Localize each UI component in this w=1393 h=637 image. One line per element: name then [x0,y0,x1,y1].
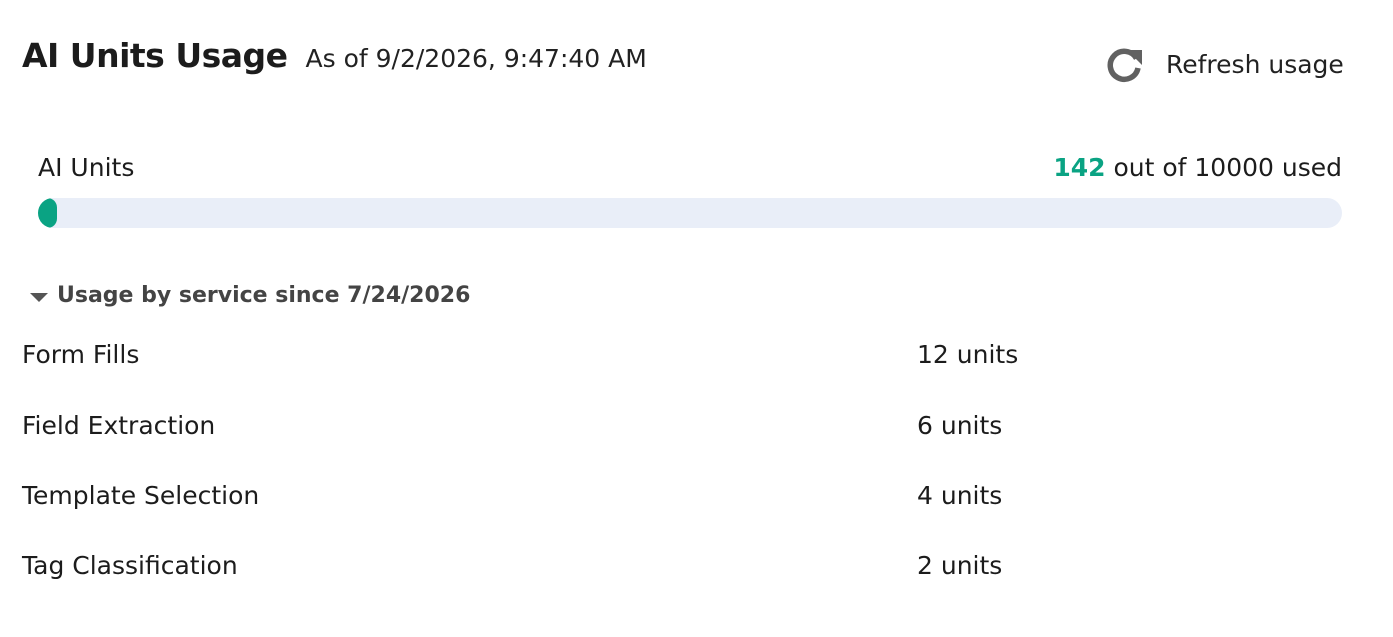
service-units: 12 units [917,340,1019,369]
refresh-usage-button[interactable]: Refresh usage [1105,44,1344,84]
service-units: 4 units [917,481,1003,510]
service-units: 6 units [917,411,1003,440]
header: AI Units Usage As of 9/2/2026, 9:47:40 A… [22,36,647,75]
usage-by-service-toggle[interactable]: Usage by service since 7/24/2026 [30,283,470,308]
ai-units-label: AI Units [38,153,135,182]
usage-progress-bar [38,198,1342,228]
service-row: Template Selection 4 units [22,481,1362,521]
caret-down-icon [30,292,48,302]
page-title: AI Units Usage [22,36,288,75]
usage-by-service-heading: Usage by service since 7/24/2026 [57,283,471,308]
ai-units-usage-panel: AI Units Usage As of 9/2/2026, 9:47:40 A… [0,0,1393,637]
service-units: 2 units [917,551,1003,580]
service-name: Form Fills [22,340,140,369]
refresh-icon [1107,48,1142,82]
units-used-count: 142 [1053,153,1106,182]
usage-summary: 142 out of 10000 used [1053,153,1342,182]
service-row: Form Fills 12 units [22,340,1362,380]
service-name: Template Selection [22,481,260,510]
service-row: Field Extraction 6 units [22,411,1362,451]
usage-progress-fill [38,198,57,228]
as-of-timestamp: As of 9/2/2026, 9:47:40 AM [305,44,647,73]
service-name: Tag Classification [22,551,238,580]
units-total-text: out of 10000 used [1105,153,1342,182]
service-name: Field Extraction [22,411,216,440]
refresh-usage-label: Refresh usage [1166,49,1344,79]
service-row: Tag Classification 2 units [22,551,1362,591]
